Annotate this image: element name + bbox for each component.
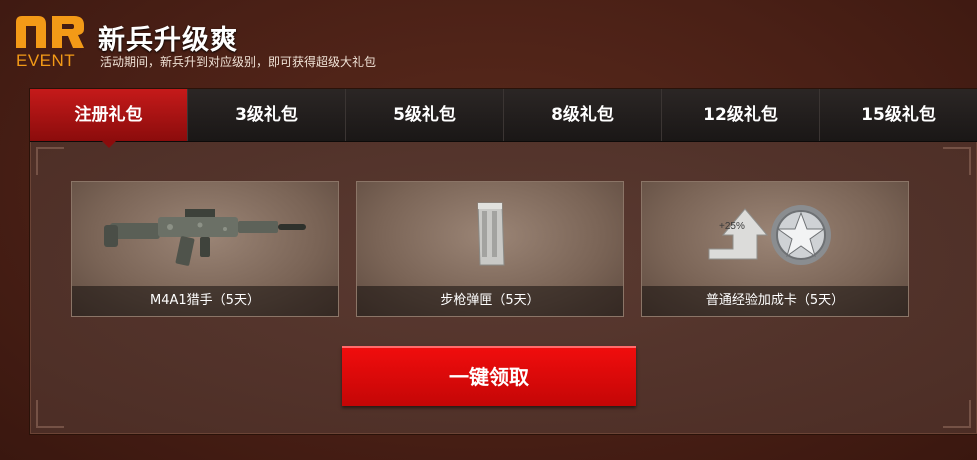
exp-boost-icon: +25% [642, 182, 908, 286]
tab-level-12-pack[interactable]: 12级礼包 [662, 89, 820, 141]
page-subtitle: 活动期间，新兵升到对应级别，即可获得超级大礼包 [100, 55, 377, 69]
reward-card-magazine: 步枪弹匣（5天） [356, 181, 624, 317]
corner-ornament [943, 400, 971, 428]
reward-panel: 注册礼包 3级礼包 5级礼包 8级礼包 12级礼包 15级礼包 M4A1猎手（5… [29, 88, 977, 435]
reward-name: 普通经验加成卡（5天） [642, 286, 908, 316]
reward-name: 步枪弹匣（5天） [357, 286, 623, 316]
corner-ornament [36, 147, 64, 175]
tab-level-15-pack[interactable]: 15级礼包 [820, 89, 977, 141]
nr-logo: EVENT [14, 14, 86, 70]
corner-ornament [36, 400, 64, 428]
reward-card-exp-boost: +25% 普通经验加成卡（5天） [641, 181, 909, 317]
claim-all-button[interactable]: 一键领取 [342, 346, 636, 406]
tab-register-pack[interactable]: 注册礼包 [30, 89, 188, 148]
magazine-icon [357, 182, 623, 286]
corner-ornament [943, 147, 971, 175]
boost-percent: +25% [719, 221, 745, 232]
tab-level-3-pack[interactable]: 3级礼包 [188, 89, 346, 141]
logo-mark-icon [16, 16, 84, 48]
logo-event-text: EVENT [16, 51, 76, 70]
tab-level-5-pack[interactable]: 5级礼包 [346, 89, 504, 141]
event-header: EVENT 新兵升级爽 活动期间，新兵升到对应级别，即可获得超级大礼包 [14, 14, 614, 72]
rifle-icon [72, 182, 338, 286]
reward-card-rifle: M4A1猎手（5天） [71, 181, 339, 317]
tab-level-8-pack[interactable]: 8级礼包 [504, 89, 662, 141]
reward-name: M4A1猎手（5天） [72, 286, 338, 316]
level-tabs: 注册礼包 3级礼包 5级礼包 8级礼包 12级礼包 15级礼包 [30, 89, 977, 148]
page-title: 新兵升级爽 [98, 25, 238, 56]
